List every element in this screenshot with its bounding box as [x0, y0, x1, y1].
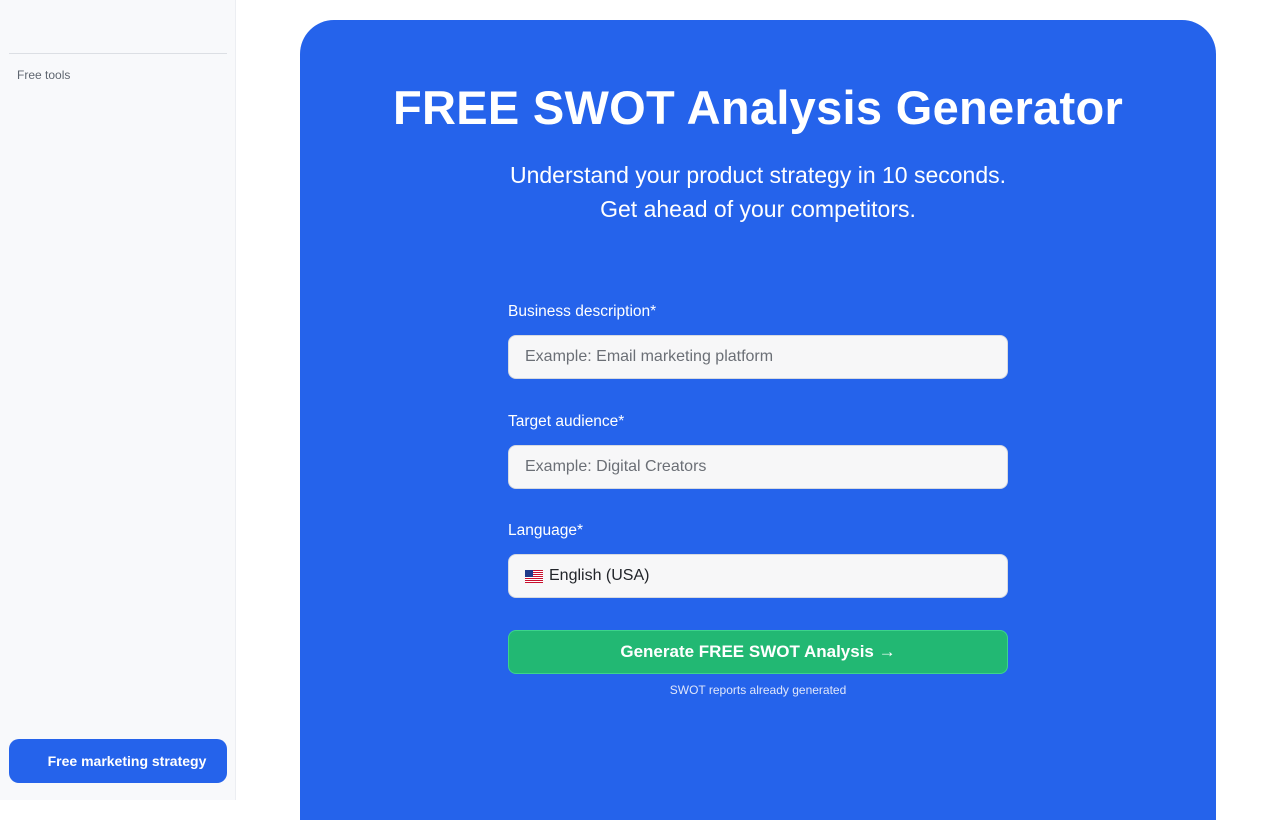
target-audience-input[interactable] — [508, 445, 1008, 489]
page-title: FREE SWOT Analysis Generator — [392, 81, 1124, 134]
field-spacer — [508, 379, 1008, 413]
sidebar-section-free-tools: Free tools — [17, 68, 71, 82]
field-spacer — [508, 489, 1008, 522]
generate-swot-button[interactable]: Generate FREE SWOT Analysis → — [508, 630, 1008, 674]
sidebar-divider — [9, 53, 227, 54]
free-marketing-strategy-button[interactable]: Free marketing strategy — [9, 739, 227, 783]
hero-subtitle: Understand your product strategy in 10 s… — [300, 158, 1216, 226]
business-description-input[interactable] — [508, 335, 1008, 379]
business-description-label: Business description* — [508, 303, 657, 320]
swot-form: Business description* Target audience* L… — [508, 303, 1008, 697]
target-audience-label: Target audience* — [508, 413, 625, 430]
language-label: Language* — [508, 522, 583, 539]
hero-panel: FREE SWOT Analysis Generator Understand … — [300, 20, 1216, 820]
language-select[interactable]: English (USA) — [508, 554, 1008, 598]
sidebar: Free tools Free marketing strategy — [0, 0, 236, 800]
hero-subtitle-line-2: Get ahead of your competitors. — [600, 196, 916, 222]
language-select-value: English (USA) — [549, 567, 650, 584]
reports-generated-text: SWOT reports already generated — [669, 683, 847, 697]
hero-subtitle-line-1: Understand your product strategy in 10 s… — [509, 162, 1007, 188]
us-flag-icon — [525, 569, 543, 583]
